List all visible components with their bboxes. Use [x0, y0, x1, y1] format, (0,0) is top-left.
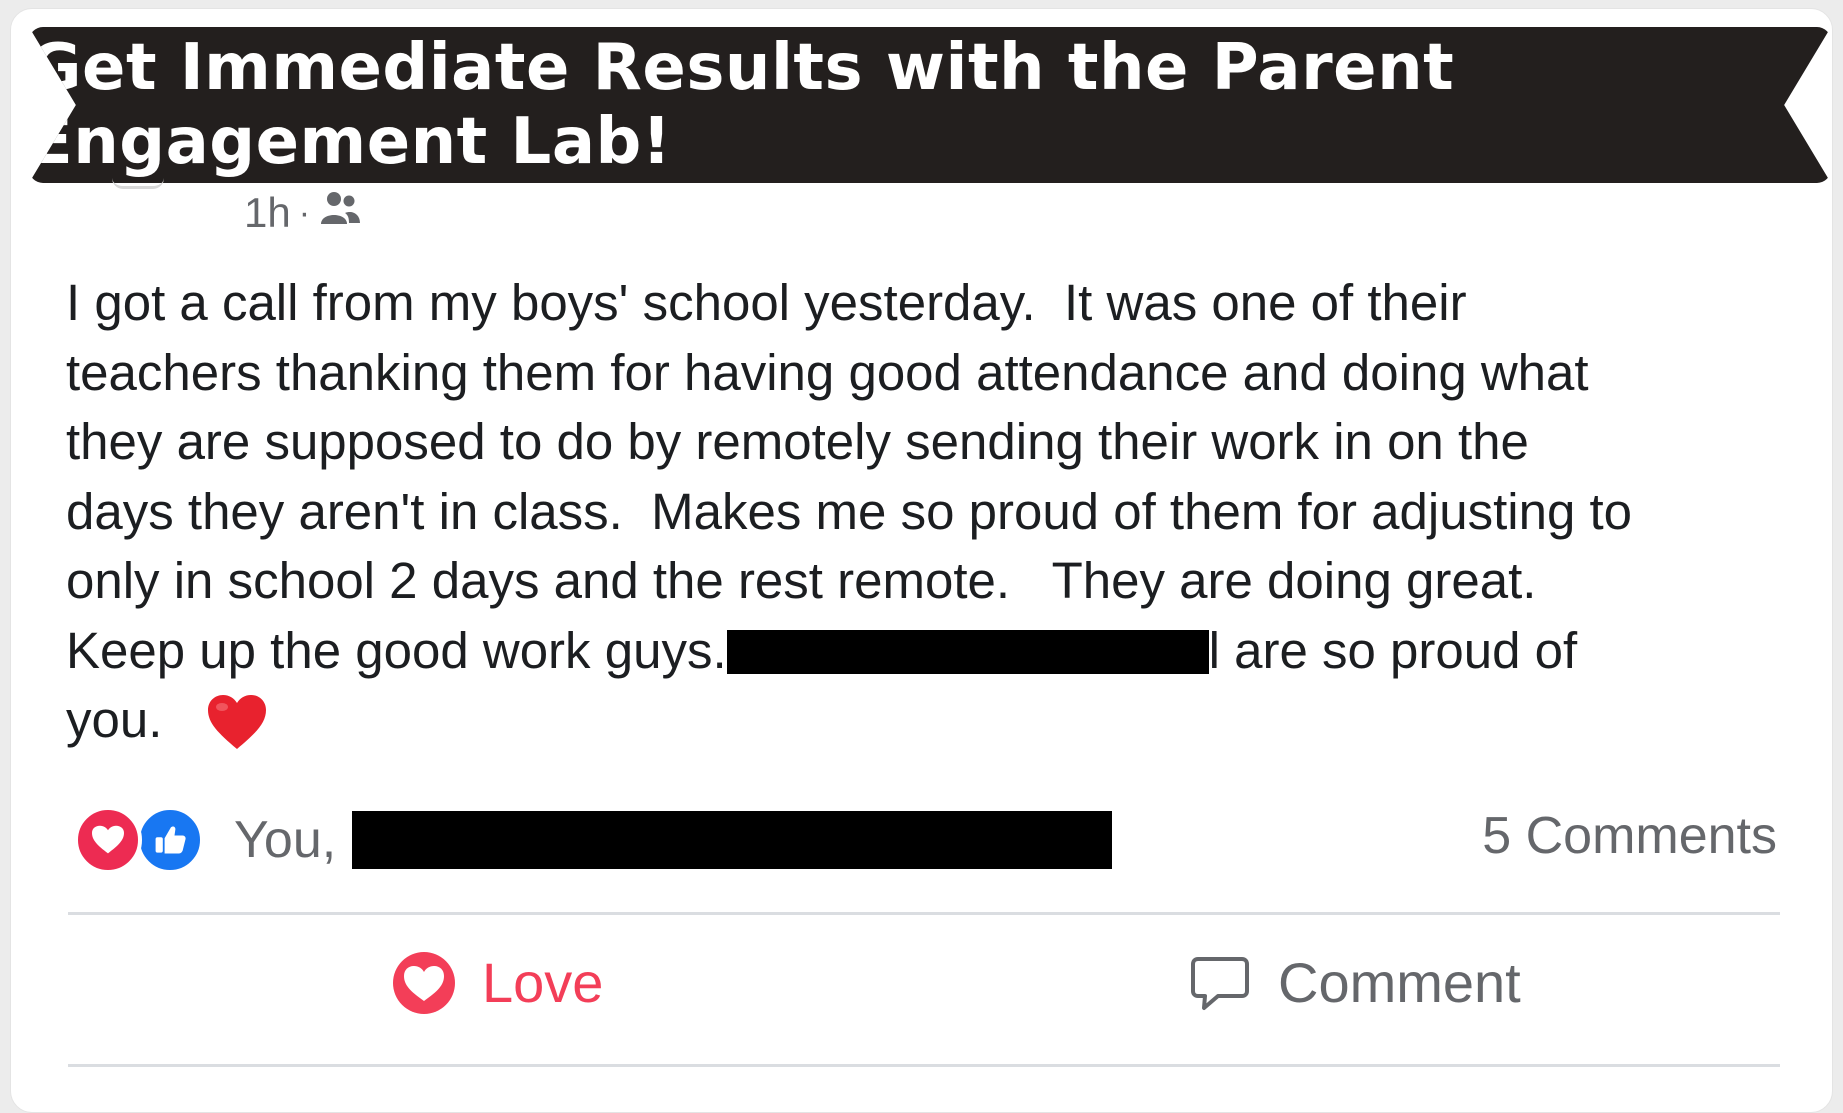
love-button[interactable]: Love [392, 950, 603, 1015]
redacted-names [352, 811, 1113, 869]
friends-icon[interactable] [318, 188, 362, 238]
love-icon [393, 951, 455, 1014]
comment-label: Comment [1278, 951, 1521, 1014]
post-line-text: you. [66, 691, 163, 748]
comments-count[interactable]: 5 Comments [1482, 806, 1777, 866]
meta-separator: · [298, 193, 311, 232]
post-line: days they aren't in class. Makes me so p… [66, 482, 1633, 540]
post-meta: 1h · [244, 188, 362, 238]
comment-button[interactable]: Comment [1188, 950, 1521, 1015]
red-heart-emoji-icon [206, 693, 268, 751]
divider [68, 912, 1780, 915]
post-line: Keep up the good work guys. l are so prou… [66, 616, 1786, 686]
post-line: I got a call from my boys' school yester… [66, 274, 1467, 331]
comment-icon [1191, 956, 1249, 1010]
post-time[interactable]: 1h [244, 189, 291, 237]
reaction-icons [74, 806, 206, 874]
promo-banner: Get Immediate Results with the Parent En… [29, 27, 1831, 183]
redacted-mention [726, 629, 1209, 674]
reactor-names: You, [234, 811, 337, 869]
banner-text: Get Immediate Results with the Parent En… [29, 31, 1455, 179]
like-reaction-icon [136, 806, 204, 874]
post-line: teachers thanking them for having good a… [66, 343, 1589, 401]
post-line-text: Keep up the good work guys. [66, 621, 727, 679]
post-line: they are supposed to do by remotely send… [66, 413, 1529, 470]
avatar[interactable] [112, 178, 164, 189]
love-reaction-icon [74, 806, 142, 874]
post-body: I got a call from my boys' school yester… [66, 268, 1786, 755]
love-label: Love [482, 951, 604, 1014]
post-line-text: l are so proud of [1208, 621, 1578, 679]
divider [68, 1064, 1780, 1067]
post-line: only in school 2 days and the rest remot… [66, 552, 1537, 609]
post-line: you. [66, 685, 1786, 755]
reactions-summary[interactable]: You, [74, 806, 1113, 874]
